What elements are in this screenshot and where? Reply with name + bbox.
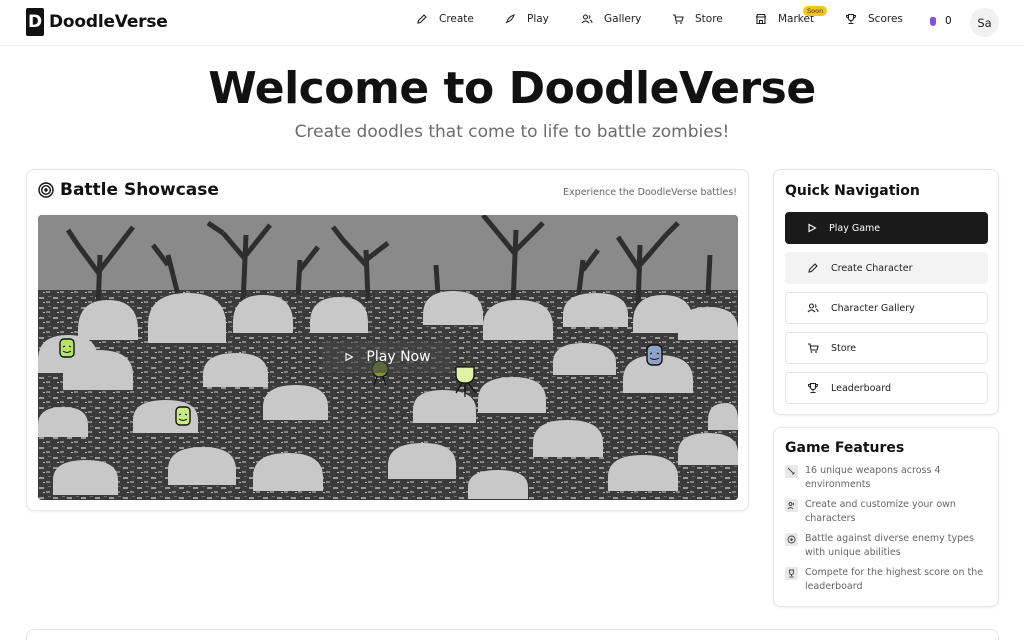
play-game-button[interactable]: Play Game — [785, 212, 988, 244]
page-subtitle: Create doodles that come to life to batt… — [294, 122, 730, 142]
create-character-label: Create Character — [831, 262, 913, 274]
play-icon — [345, 352, 355, 362]
create-character-button[interactable]: Create Character — [785, 252, 988, 284]
character-gallery-label: Character Gallery — [831, 302, 915, 314]
target-icon — [785, 533, 798, 546]
next-section-card — [26, 629, 999, 640]
character-gallery-button[interactable]: Character Gallery — [785, 292, 988, 324]
feature-item: Battle against diverse enemy types with u… — [785, 532, 985, 560]
feature-item: Compete for the highest score on the lead… — [785, 566, 985, 594]
quick-nav-title: Quick Navigation — [785, 183, 920, 199]
trophy-icon — [785, 567, 798, 580]
play-now-button[interactable]: Play Now — [322, 341, 453, 373]
top-nav-bar: D DoodleVerse Create Play Gallery Store … — [0, 0, 1024, 46]
page-title: Welcome to DoodleVerse — [208, 63, 816, 114]
coin-count: 0 — [945, 15, 952, 27]
feature-text-line: Create and customize your own — [805, 499, 956, 510]
quick-navigation-card: Quick Navigation Play Game Create Charac… — [773, 169, 999, 415]
cart-icon — [673, 14, 684, 24]
play-icon — [808, 223, 817, 233]
feature-text-line: characters — [805, 513, 856, 524]
pencil-icon — [417, 14, 427, 24]
logo-mark: D — [26, 8, 44, 36]
feature-text-line: Battle against diverse enemy types — [805, 533, 974, 544]
users-icon — [807, 303, 819, 313]
app-name: DoodleVerse — [49, 12, 168, 32]
cart-icon — [808, 343, 819, 353]
store-icon — [755, 13, 767, 25]
coin-balance[interactable]: 0 — [930, 15, 952, 27]
feature-text-line: with unique abilities — [805, 547, 901, 558]
leaderboard-label: Leaderboard — [831, 382, 892, 394]
showcase-title: Battle Showcase — [60, 180, 219, 200]
battle-showcase-card: Battle Showcase Experience the DoodleVer… — [26, 169, 749, 511]
showcase-heading: Battle Showcase — [38, 180, 219, 200]
rocket-icon — [505, 14, 515, 24]
nav-scores[interactable]: Scores — [845, 13, 903, 25]
pencil-icon — [808, 263, 818, 273]
store-button[interactable]: Store — [785, 332, 988, 364]
nav-create[interactable]: Create — [416, 13, 474, 25]
gem-icon — [930, 16, 936, 26]
nav-gallery[interactable]: Gallery — [581, 13, 641, 25]
avatar[interactable]: Sa — [970, 8, 999, 37]
logo[interactable]: D DoodleVerse — [26, 8, 168, 36]
feature-item: Create and customize your own characters — [785, 498, 985, 526]
battle-canvas[interactable]: Play Now — [38, 215, 738, 500]
target-icon — [38, 182, 54, 198]
feature-item: 16 unique weapons across 4 environments — [785, 464, 985, 492]
nav-play[interactable]: Play — [504, 13, 549, 25]
nav-gallery-label: Gallery — [604, 13, 642, 25]
soon-badge: Soon — [803, 6, 828, 16]
game-features-card: Game Features 16 unique weapons across 4… — [773, 427, 999, 607]
feature-text-line: 16 unique weapons across 4 — [805, 465, 941, 476]
nav-scores-label: Scores — [868, 13, 903, 25]
nav-store-label: Store — [695, 13, 723, 25]
leaderboard-button[interactable]: Leaderboard — [785, 372, 988, 404]
feature-text-line: Compete for the highest score on the — [805, 567, 984, 578]
showcase-note: Experience the DoodleVerse battles! — [563, 187, 737, 198]
feature-text-line: leaderboard — [805, 581, 863, 592]
play-now-label: Play Now — [366, 349, 431, 365]
sword-icon — [785, 465, 798, 478]
store-label: Store — [831, 342, 857, 354]
trophy-icon — [845, 13, 857, 25]
nav-store[interactable]: Store — [672, 13, 723, 25]
nav-play-label: Play — [527, 13, 549, 25]
trophy-icon — [807, 382, 819, 394]
nav-create-label: Create — [439, 13, 474, 25]
users-icon — [785, 499, 798, 512]
users-icon — [581, 14, 593, 24]
features-title: Game Features — [785, 440, 905, 456]
feature-text-line: environments — [805, 479, 871, 490]
play-game-label: Play Game — [829, 222, 881, 234]
